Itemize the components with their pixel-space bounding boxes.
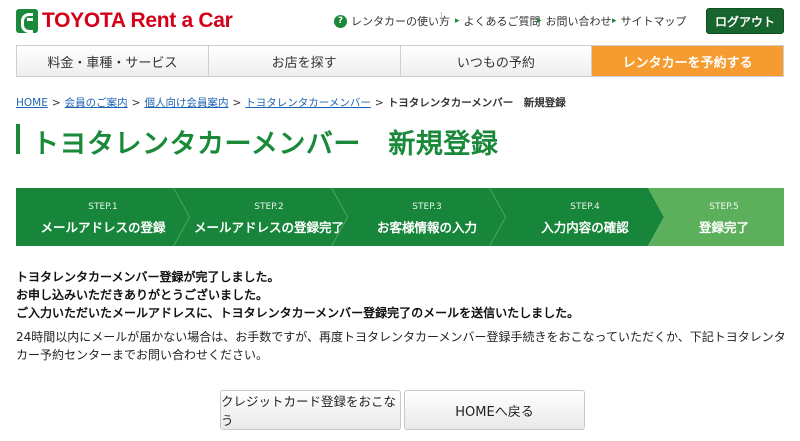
completion-line-2: お申し込みいただきありがとうございました。 [16,288,269,302]
how-to-use-link[interactable]: ? レンタカーの使い方 [334,13,450,29]
toyota-rent-a-car-logo[interactable]: TOYOTA Rent a Car [16,9,233,33]
contact-link[interactable]: ▸ お問い合わせ [537,13,612,29]
breadcrumb: HOME > 会員のご案内 > 個人向け会員案内 > トヨタレンタカーメンバー > トヨタレンタ… [16,95,566,110]
chevron-right-icon: ▸ [455,16,460,26]
step-5-text: 登録完了 [698,220,749,235]
logo-text: TOYOTA Rent a Car [42,9,233,32]
sitemap-label: サイトマップ [620,15,687,28]
nav-reserve-car[interactable]: レンタカーを予約する [592,46,783,76]
chevron-right-icon: ▸ [612,16,617,26]
registration-steps: STEP.1 メールアドレスの登録 STEP.2 メールアドレスの登録完了 ST… [16,188,784,246]
step-4-text: 入力内容の確認 [541,220,629,235]
site-header: TOYOTA Rent a Car ? レンタカーの使い方 ▸ よくあるご質問 … [0,0,800,44]
header-divider [441,12,442,26]
nav-find-store[interactable]: お店を探す [208,46,401,76]
completion-line-1: トヨタレンタカーメンバー登録が完了しました。 [16,270,280,284]
step-5-label: STEP.5 [709,202,739,212]
breadcrumb-personal-member-guide[interactable]: 個人向け会員案内 [144,97,228,109]
breadcrumb-toyota-member[interactable]: トヨタレンタカーメンバー [245,97,371,109]
breadcrumb-separator: > [374,97,384,109]
step-2-text: メールアドレスの登録完了 [193,220,344,235]
back-to-home-button[interactable]: HOMEへ戻る [404,390,585,430]
step-3-text: お客様情報の入力 [376,220,477,235]
email-notice: 24時間以内にメールが届かない場合は、お手数ですが、再度トヨタレンタカーメンバー… [16,330,786,362]
breadcrumb-current: トヨタレンタカーメンバー 新規登録 [387,97,566,109]
completion-line-3: ご入力いただいたメールアドレスに、トヨタレンタカーメンバー登録完了のメールを送信… [16,306,580,320]
step-3: STEP.3 お客様情報の入力 [332,188,506,246]
how-to-use-label: レンタカーの使い方 [351,15,450,28]
step-4-label: STEP.4 [570,202,600,212]
step-1: STEP.1 メールアドレスの登録 [16,188,190,246]
sitemap-link[interactable]: ▸ サイトマップ [612,13,687,29]
breadcrumb-separator: > [51,97,61,109]
nav-usual-booking[interactable]: いつもの予約 [400,46,593,76]
page-title: トヨタレンタカーメンバー 新規登録 [32,129,499,160]
contact-label: お問い合わせ [545,15,612,28]
breadcrumb-home[interactable]: HOME [16,97,48,109]
step-4: STEP.4 入力内容の確認 [490,188,664,246]
step-2: STEP.2 メールアドレスの登録完了 [174,188,348,246]
breadcrumb-separator: > [131,97,141,109]
step-5-active: STEP.5 登録完了 [648,188,784,246]
breadcrumb-separator: > [232,97,242,109]
register-credit-card-button[interactable]: クレジットカード登録をおこなう [220,390,401,430]
faq-label: よくあるご質問 [463,15,541,28]
faq-link[interactable]: ▸ よくあるご質問 [455,13,541,29]
question-mark-icon: ? [334,14,347,28]
step-1-label: STEP.1 [88,202,118,212]
nav-pricing[interactable]: 料金・車種・サービス [17,46,209,76]
chevron-right-icon: ▸ [537,16,542,26]
step-2-label: STEP.2 [254,202,284,212]
step-1-text: メールアドレスの登録 [40,220,166,235]
breadcrumb-member-guide[interactable]: 会員のご案内 [65,97,128,109]
global-nav: 料金・車種・サービス お店を探す いつもの予約 レンタカーを予約する [16,45,784,77]
logout-button[interactable]: ログアウト [706,8,784,34]
step-3-label: STEP.3 [412,202,442,212]
logo-mark-icon [16,9,38,33]
title-accent-bar [16,124,20,154]
completion-message: トヨタレンタカーメンバー登録が完了しました。 お申し込みいただきありがとうござい… [16,268,579,322]
